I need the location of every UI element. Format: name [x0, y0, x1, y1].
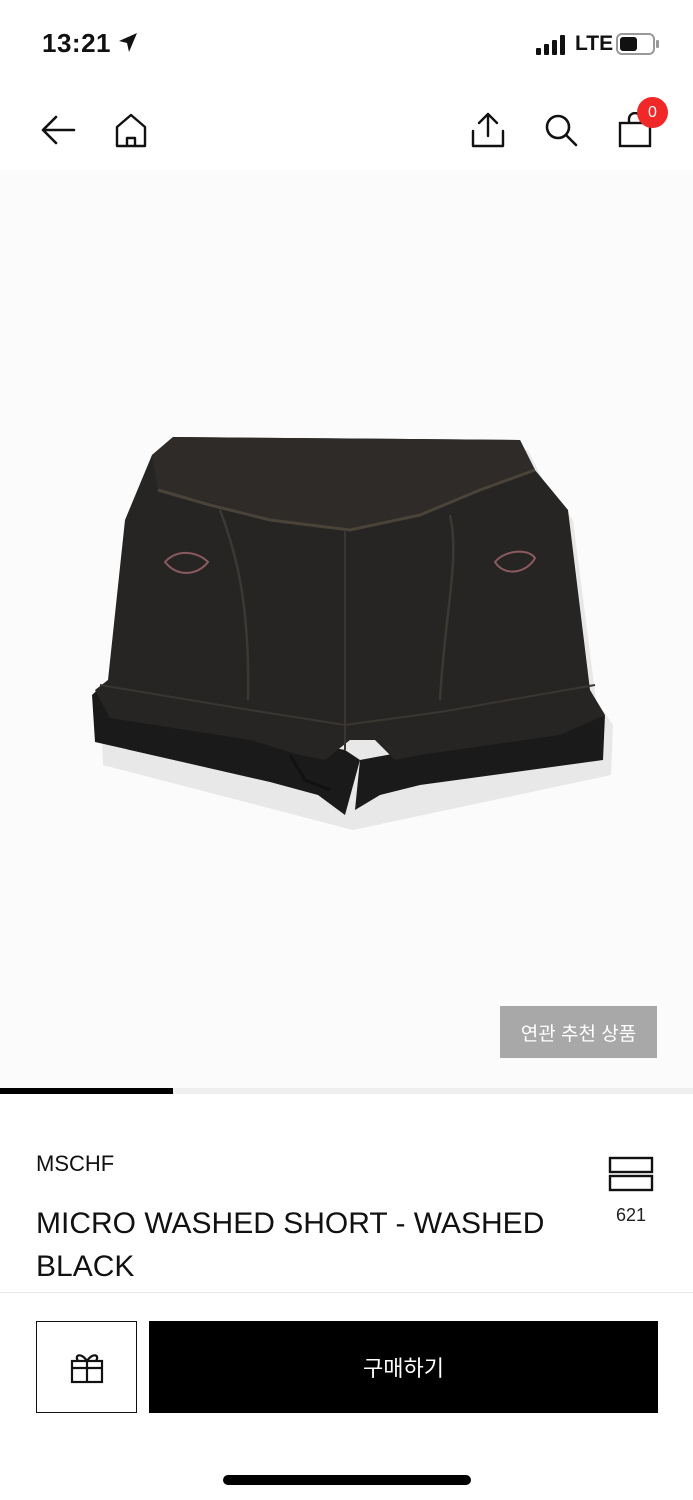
- top-navigation: [0, 88, 693, 170]
- status-time: 13:21: [42, 28, 111, 58]
- product-image: [92, 437, 613, 830]
- back-button[interactable]: [36, 108, 80, 152]
- cart-count-badge: 0: [637, 97, 668, 128]
- bookmark-stack-icon: [608, 1156, 654, 1192]
- home-button[interactable]: [109, 108, 153, 152]
- battery-icon: [616, 33, 660, 60]
- brand-name[interactable]: MSCHF: [36, 1151, 114, 1177]
- bottom-bar-divider: [0, 1292, 693, 1293]
- like-button[interactable]: [608, 1156, 654, 1197]
- status-bar: 13:21 LTE: [0, 0, 693, 88]
- related-products-button[interactable]: 연관 추천 상품: [500, 1006, 657, 1058]
- location-arrow-icon: [116, 31, 140, 60]
- gallery-progress-indicator: [0, 1088, 173, 1094]
- product-image-gallery[interactable]: [0, 170, 693, 1088]
- network-label: LTE: [575, 32, 614, 55]
- share-button[interactable]: [466, 108, 510, 152]
- home-indicator[interactable]: [223, 1475, 471, 1485]
- buy-button[interactable]: 구매하기: [149, 1321, 658, 1413]
- share-icon: [471, 112, 505, 148]
- gift-icon: [70, 1354, 103, 1384]
- search-button[interactable]: [539, 108, 583, 152]
- gift-button[interactable]: [36, 1321, 137, 1413]
- product-title: MICRO WASHED SHORT - WASHED BLACK: [36, 1207, 545, 1283]
- home-icon: [115, 113, 147, 148]
- cellular-signal-icon: [536, 35, 568, 60]
- like-count: 621: [615, 1205, 647, 1225]
- gallery-progress-track: [0, 1088, 693, 1094]
- back-arrow-icon: [41, 115, 76, 145]
- search-icon: [545, 114, 578, 147]
